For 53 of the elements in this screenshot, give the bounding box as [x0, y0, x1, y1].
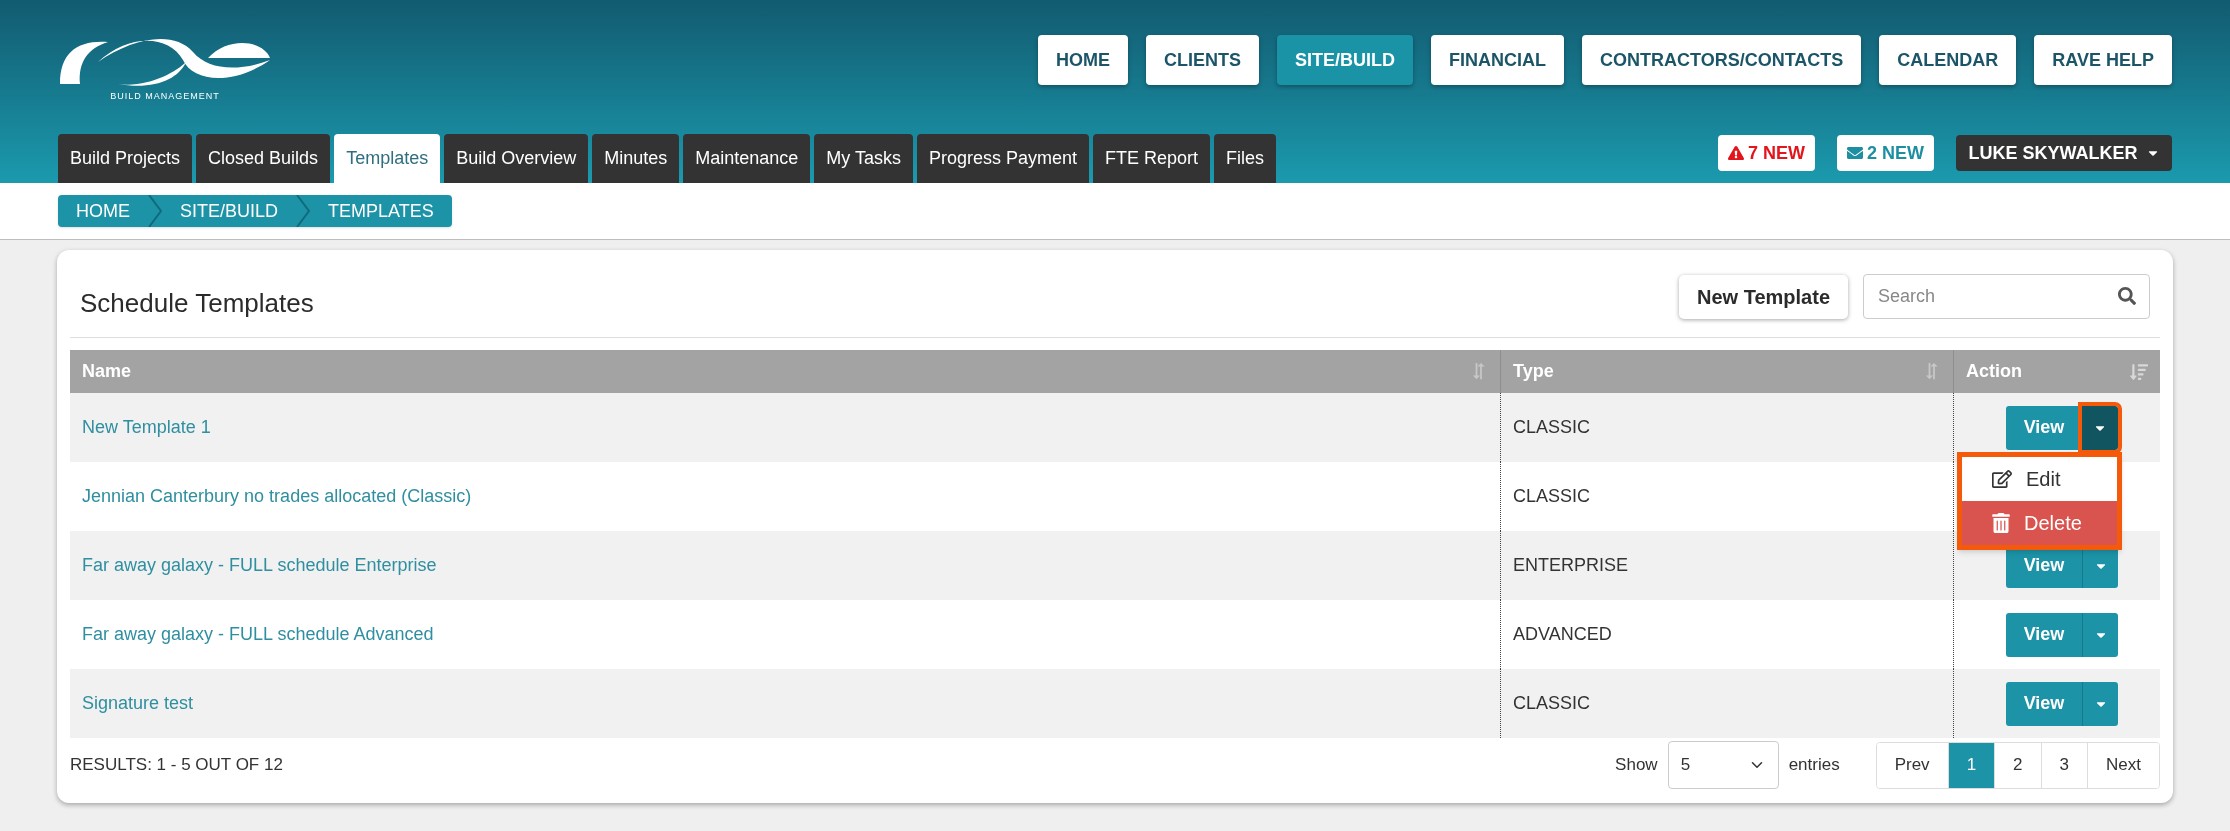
tab[interactable]: Minutes — [592, 134, 680, 183]
menu-item[interactable]: Edit — [1962, 457, 2117, 501]
type-cell-text: ADVANCED — [1513, 623, 1612, 646]
type-cell-text: ENTERPRISE — [1513, 554, 1629, 577]
tab[interactable]: Templates — [334, 134, 441, 183]
logo-tagline: BUILD MANAGEMENT — [110, 90, 220, 103]
page-button[interactable]: 1 — [1947, 742, 1995, 788]
trash-icon — [1992, 513, 2010, 533]
entries-label: entries — [1788, 754, 1840, 777]
type-cell-text: CLASSIC — [1513, 416, 1591, 439]
tab[interactable]: My Tasks — [814, 134, 913, 183]
tab[interactable]: FTE Report — [1093, 134, 1211, 183]
breadcrumb-link[interactable]: SITE/BUILD — [162, 197, 297, 225]
search-field[interactable]: Search — [1863, 274, 2150, 319]
dropdown-toggle[interactable] — [2082, 612, 2119, 657]
template-link[interactable]: Jennian Canterbury no trades allocated (Classic) — [82, 483, 472, 510]
page-button[interactable]: Next — [2087, 742, 2159, 788]
edit-icon — [1992, 469, 2012, 489]
alerts-badge[interactable]: 7 NEW — [1717, 135, 1815, 171]
breadcrumb-link[interactable]: HOME — [58, 197, 148, 225]
tab[interactable]: Progress Payment — [917, 134, 1090, 183]
type-cell-text: CLASSIC — [1513, 692, 1591, 715]
card-title: Schedule Templates — [80, 287, 314, 320]
view-button[interactable]: View — [2005, 612, 2083, 657]
dropdown-toggle[interactable] — [2082, 681, 2119, 726]
warning-icon — [1727, 145, 1744, 161]
nav-button[interactable]: HOME — [1037, 35, 1128, 85]
tab[interactable]: Maintenance — [683, 134, 811, 183]
chevron-icon — [148, 195, 162, 227]
user-menu[interactable]: LUKE SKYWALKER — [1956, 135, 2172, 171]
messages-badge[interactable]: 2 NEW — [1837, 135, 1934, 171]
nav-button[interactable]: FINANCIAL — [1431, 35, 1564, 85]
new-template-button[interactable]: New Template — [1679, 274, 1848, 319]
type-cell-text: CLASSIC — [1513, 485, 1591, 508]
tab[interactable]: Files — [1214, 134, 1277, 183]
mail-icon — [1847, 145, 1863, 161]
tab[interactable]: Build Projects — [58, 134, 193, 183]
breadcrumb-link[interactable]: TEMPLATES — [310, 197, 452, 225]
nav-button[interactable]: CLIENTS — [1145, 35, 1259, 85]
chevron-icon — [296, 195, 311, 227]
tab[interactable]: Build Overview — [444, 134, 589, 183]
nav-button[interactable]: RAVE HELP — [2034, 35, 2172, 85]
nav-button[interactable]: CONTRACTORS/CONTACTS — [1582, 35, 1862, 85]
menu-item[interactable]: Delete — [1962, 501, 2117, 545]
tab[interactable]: Closed Builds — [196, 134, 331, 183]
page-size-select[interactable]: 5 — [1667, 741, 1779, 789]
view-button[interactable]: View — [2005, 681, 2083, 726]
nav-button[interactable]: CALENDAR — [1879, 35, 2017, 85]
template-link[interactable]: Far away galaxy - FULL schedule Advanced — [82, 621, 434, 648]
results-count: RESULTS: 1 - 5 OUT OF 12 — [70, 754, 283, 777]
search-icon[interactable] — [2118, 287, 2136, 305]
show-label: Show — [1615, 754, 1658, 777]
nav-button[interactable]: SITE/BUILD — [1276, 35, 1413, 85]
